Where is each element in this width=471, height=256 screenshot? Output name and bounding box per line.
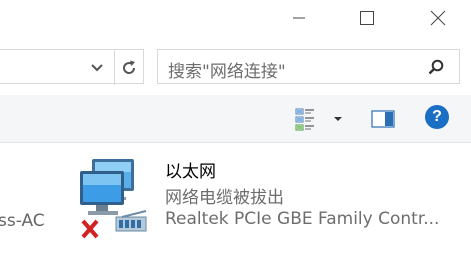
preview-pane-button[interactable]	[370, 108, 396, 130]
ethernet-disconnected-icon[interactable]	[76, 157, 156, 247]
title-bar	[0, 0, 471, 40]
search-box[interactable]: 搜索"网络连接"	[157, 49, 460, 84]
view-dropdown-chevron-icon	[334, 117, 342, 121]
close-button[interactable]	[415, 0, 461, 36]
address-dropdown-button[interactable]	[85, 50, 109, 85]
chevron-down-icon	[91, 63, 103, 71]
address-bar[interactable]	[0, 49, 144, 85]
network-connections-window: 搜索"网络连接" ? ss-AC 以太网 网络电缆被拔出 Realtek PCI…	[0, 0, 471, 256]
search-button[interactable]	[425, 50, 447, 83]
minimize-icon	[293, 17, 305, 19]
search-icon	[428, 59, 444, 74]
change-view-button[interactable]	[294, 106, 344, 132]
adapter-name[interactable]: 以太网	[165, 157, 216, 182]
refresh-button[interactable]	[114, 50, 142, 85]
search-input[interactable]: 搜索"网络连接"	[168, 57, 286, 82]
maximize-icon	[360, 11, 374, 25]
refresh-icon	[122, 60, 135, 74]
adapter-status: 网络电缆被拔出	[165, 188, 284, 208]
connections-list: ss-AC 以太网 网络电缆被拔出 Realtek PCIe GBE Famil…	[0, 143, 471, 256]
list-item-partial-label[interactable]: ss-AC	[0, 211, 45, 231]
preview-pane-icon	[371, 110, 395, 128]
maximize-button[interactable]	[344, 0, 390, 36]
command-toolbar	[0, 95, 471, 143]
address-row: 搜索"网络连接"	[0, 49, 471, 86]
adapter-device: Realtek PCIe GBE Family Contr...	[165, 209, 440, 229]
help-button[interactable]: ?	[425, 105, 449, 129]
view-options-icon	[295, 108, 314, 131]
minimize-button[interactable]	[276, 0, 322, 36]
close-icon	[430, 10, 446, 26]
